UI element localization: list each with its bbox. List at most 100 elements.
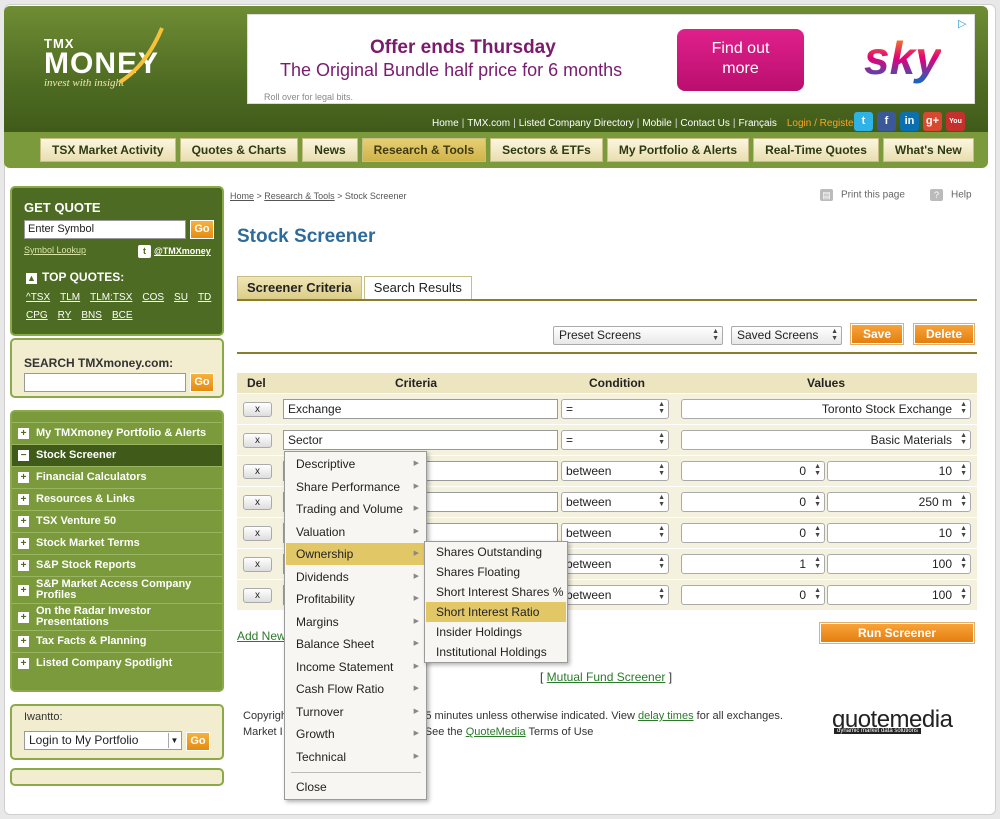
category-menu-item[interactable]: Cash Flow Ratio ▶ bbox=[286, 678, 425, 700]
delete-row-button[interactable]: x bbox=[243, 433, 272, 448]
nav-my-portfolio-alerts[interactable]: My Portfolio & Alerts bbox=[606, 138, 750, 162]
min-value-input[interactable]: 1 ▲ ▼ bbox=[681, 554, 825, 574]
ownership-submenu-item[interactable]: Short Interest Ratio bbox=[426, 602, 566, 622]
delete-row-button[interactable]: x bbox=[243, 588, 272, 603]
quotemedia-link[interactable]: QuoteMedia bbox=[466, 726, 526, 738]
max-value-input[interactable]: 250 m ▲ ▼ bbox=[827, 492, 971, 512]
menu-item[interactable]: − Stock Screener bbox=[12, 444, 222, 466]
ownership-submenu-item[interactable]: Shares Floating bbox=[426, 562, 566, 582]
linkedin-icon[interactable]: in bbox=[900, 112, 919, 131]
max-value-input[interactable]: 10 ▲ ▼ bbox=[827, 523, 971, 543]
top-quote-link[interactable]: TD bbox=[198, 292, 211, 303]
mutual-fund-screener-link[interactable]: Mutual Fund Screener bbox=[547, 670, 666, 684]
menu-item[interactable]: + Resources & Links bbox=[12, 488, 222, 510]
max-value-input[interactable]: 10 ▲ ▼ bbox=[827, 461, 971, 481]
delete-row-button[interactable]: x bbox=[243, 526, 272, 541]
google-plus-icon[interactable]: g+ bbox=[923, 112, 942, 131]
close-menu-item[interactable]: Close bbox=[286, 776, 425, 798]
top-quote-link[interactable]: ^TSX bbox=[26, 292, 50, 303]
top-link-1[interactable]: TMX.com bbox=[467, 118, 510, 129]
top-quote-link[interactable]: TLM bbox=[60, 292, 80, 303]
max-value-input[interactable]: 100 ▲ ▼ bbox=[827, 585, 971, 605]
nav-tsx-market-activity[interactable]: TSX Market Activity bbox=[40, 138, 176, 162]
youtube-icon[interactable]: You bbox=[946, 112, 965, 131]
condition-select[interactable]: between ▲ ▼ bbox=[561, 492, 669, 512]
add-new-link[interactable]: Add New bbox=[237, 629, 286, 643]
menu-item[interactable]: + Tax Facts & Planning bbox=[12, 630, 222, 652]
get-quote-go-button[interactable]: Go bbox=[190, 220, 214, 239]
ownership-submenu-item[interactable]: Institutional Holdings bbox=[426, 642, 566, 662]
category-menu-item[interactable]: Margins ▶ bbox=[286, 611, 425, 633]
nav-research-tools[interactable]: Research & Tools bbox=[361, 138, 487, 162]
menu-item[interactable]: + Financial Calculators bbox=[12, 466, 222, 488]
print-link[interactable]: ▤ Print this page bbox=[820, 189, 905, 201]
tab-screener-criteria[interactable]: Screener Criteria bbox=[237, 276, 362, 299]
condition-select[interactable]: = ▲ ▼ bbox=[561, 399, 669, 419]
sky-advert[interactable]: Offer ends Thursday The Original Bundle … bbox=[247, 14, 975, 104]
delete-row-button[interactable]: x bbox=[243, 557, 272, 572]
value-select[interactable]: Toronto Stock Exchange ▲ ▼ bbox=[681, 399, 971, 419]
category-menu-item[interactable]: Trading and Volume ▶ bbox=[286, 498, 425, 520]
quotemedia-logo[interactable]: quotemedia dynamic market data solutions bbox=[832, 706, 953, 734]
condition-select[interactable]: between ▲ ▼ bbox=[561, 585, 669, 605]
category-menu-item[interactable]: Ownership ▶ bbox=[286, 543, 425, 565]
top-quote-link[interactable]: CPG bbox=[26, 310, 48, 321]
twitter-link[interactable]: t @TMXmoney bbox=[138, 245, 211, 258]
saved-screens-select[interactable]: Saved Screens ▲ ▼ bbox=[731, 326, 842, 345]
run-screener-button[interactable]: Run Screener bbox=[819, 622, 975, 644]
top-quote-link[interactable]: BCE bbox=[112, 310, 133, 321]
save-button[interactable]: Save bbox=[850, 323, 904, 345]
max-value-input[interactable]: 100 ▲ ▼ bbox=[827, 554, 971, 574]
delay-times-link[interactable]: delay times bbox=[638, 710, 694, 722]
menu-item[interactable]: + My TMXmoney Portfolio & Alerts bbox=[12, 422, 222, 444]
menu-item[interactable]: + On the Radar Investor Presentations bbox=[12, 603, 222, 630]
symbol-input[interactable]: Enter Symbol bbox=[24, 220, 186, 239]
top-quote-link[interactable]: RY bbox=[58, 310, 72, 321]
top-link-4[interactable]: Contact Us bbox=[680, 118, 729, 129]
menu-item[interactable]: + Stock Market Terms bbox=[12, 532, 222, 554]
facebook-icon[interactable]: f bbox=[877, 112, 896, 131]
condition-select[interactable]: between ▲ ▼ bbox=[561, 523, 669, 543]
delete-row-button[interactable]: x bbox=[243, 464, 272, 479]
criteria-input[interactable]: Sector bbox=[283, 430, 558, 450]
condition-select[interactable]: = ▲ ▼ bbox=[561, 430, 669, 450]
delete-button[interactable]: Delete bbox=[913, 323, 975, 345]
preset-screens-select[interactable]: Preset Screens ▲ ▼ bbox=[553, 326, 723, 345]
category-menu-item[interactable]: Valuation ▶ bbox=[286, 521, 425, 543]
site-search-input[interactable] bbox=[24, 373, 186, 392]
value-select[interactable]: Basic Materials ▲ ▼ bbox=[681, 430, 971, 450]
top-quote-link[interactable]: BNS bbox=[81, 310, 102, 321]
nav-quotes-charts[interactable]: Quotes & Charts bbox=[179, 138, 299, 162]
min-value-input[interactable]: 0 ▲ ▼ bbox=[681, 461, 825, 481]
min-value-input[interactable]: 0 ▲ ▼ bbox=[681, 585, 825, 605]
menu-item[interactable]: + S&P Stock Reports bbox=[12, 554, 222, 576]
top-quote-link[interactable]: TLM:TSX bbox=[90, 292, 132, 303]
category-menu-item[interactable]: Dividends ▶ bbox=[286, 566, 425, 588]
menu-item[interactable]: + S&P Market Access Company Profiles bbox=[12, 576, 222, 603]
i-want-to-go-button[interactable]: Go bbox=[186, 732, 210, 751]
top-link-5[interactable]: Français bbox=[739, 118, 777, 129]
criteria-input[interactable]: Exchange bbox=[283, 399, 558, 419]
category-menu-item[interactable]: Profitability ▶ bbox=[286, 588, 425, 610]
tab-search-results[interactable]: Search Results bbox=[363, 276, 472, 299]
nav-sectors-etfs[interactable]: Sectors & ETFs bbox=[490, 138, 603, 162]
category-menu-item[interactable]: Technical ▶ bbox=[286, 746, 425, 768]
category-menu-item[interactable]: Balance Sheet ▶ bbox=[286, 633, 425, 655]
menu-item[interactable]: + Listed Company Spotlight bbox=[12, 652, 222, 674]
site-search-go-button[interactable]: Go bbox=[190, 373, 214, 392]
ownership-submenu-item[interactable]: Shares Outstanding bbox=[426, 542, 566, 562]
min-value-input[interactable]: 0 ▲ ▼ bbox=[681, 523, 825, 543]
delete-row-button[interactable]: x bbox=[243, 495, 272, 510]
ownership-submenu-item[interactable]: Short Interest Shares % bbox=[426, 582, 566, 602]
nav-whats-new[interactable]: What's New bbox=[882, 138, 974, 162]
menu-item[interactable]: + TSX Venture 50 bbox=[12, 510, 222, 532]
symbol-lookup-link[interactable]: Symbol Lookup bbox=[24, 245, 86, 255]
category-menu-item[interactable]: Descriptive ▶ bbox=[286, 453, 425, 475]
ownership-submenu-item[interactable]: Insider Holdings bbox=[426, 622, 566, 642]
top-quote-link[interactable]: SU bbox=[174, 292, 188, 303]
top-quote-link[interactable]: COS bbox=[142, 292, 164, 303]
breadcrumb-section[interactable]: Research & Tools bbox=[264, 191, 334, 201]
top-link-3[interactable]: Mobile bbox=[642, 118, 671, 129]
help-link[interactable]: ? Help bbox=[930, 189, 972, 201]
condition-select[interactable]: between ▲ ▼ bbox=[561, 461, 669, 481]
